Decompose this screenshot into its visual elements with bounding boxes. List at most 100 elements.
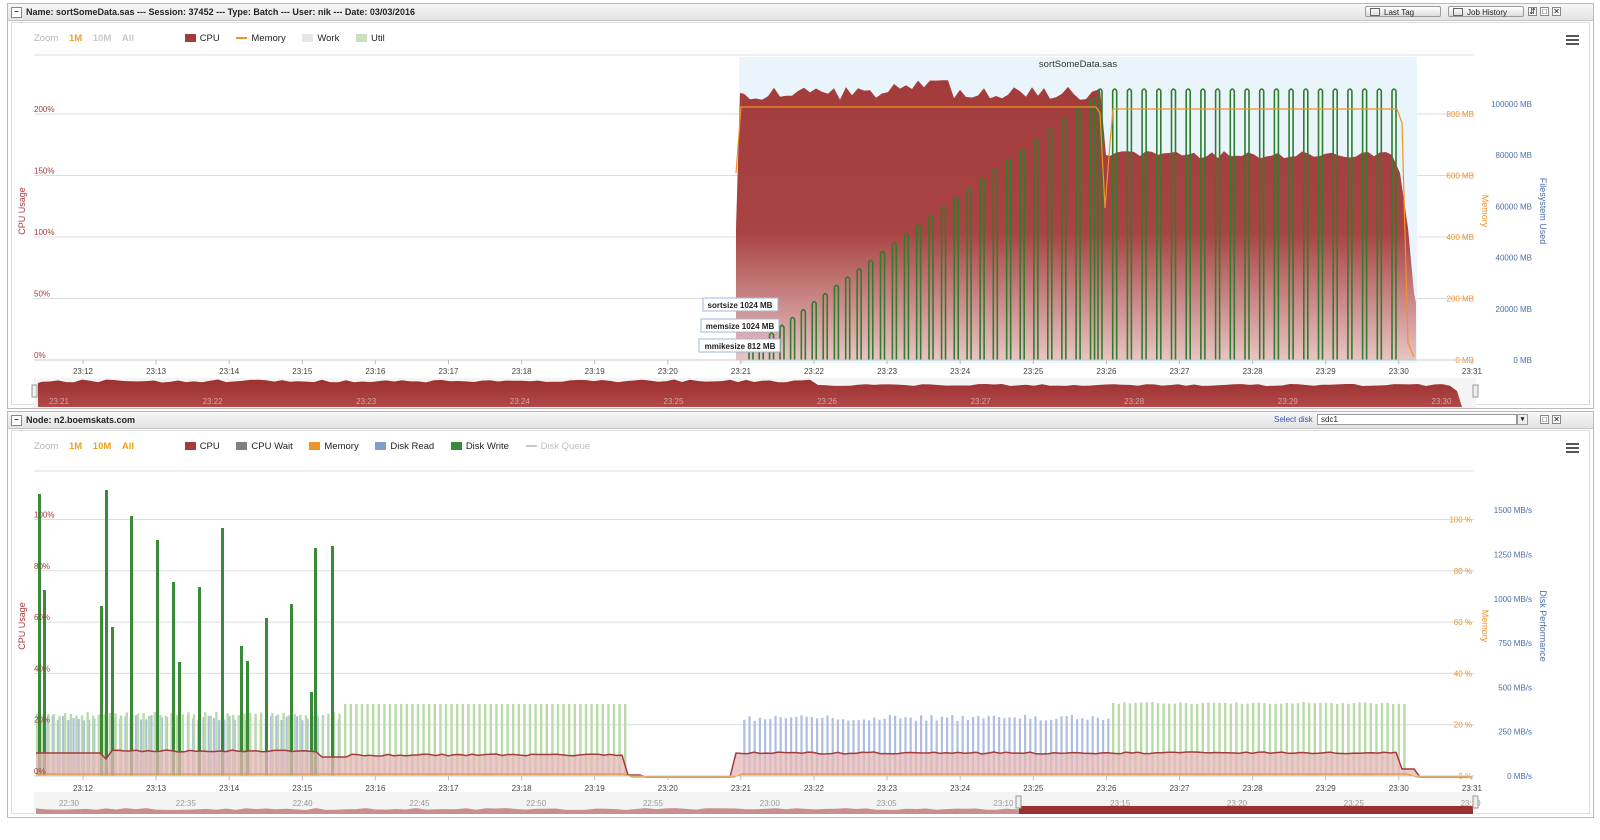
annotation-sortsize: sortsize 1024 MB bbox=[702, 297, 779, 312]
y-right-tick: 40000 MB bbox=[1496, 254, 1532, 263]
disk-write-bar bbox=[331, 546, 334, 776]
svg-text:sortsize 1024 MB: sortsize 1024 MB bbox=[708, 301, 773, 310]
collapse-button[interactable]: – bbox=[11, 7, 22, 18]
x-tick-label: 23:13 bbox=[146, 367, 167, 376]
x-tick-label: 23:15 bbox=[292, 784, 313, 793]
disk-write-bar bbox=[221, 528, 224, 776]
x-tick-label: 23:27 bbox=[1169, 784, 1190, 793]
chevron-down-icon[interactable]: ▾ bbox=[1517, 414, 1528, 425]
y-left-tick: 0% bbox=[34, 351, 46, 360]
navigator-tick: 23:15 bbox=[1110, 799, 1131, 808]
x-tick-label: 23:17 bbox=[438, 784, 459, 793]
svg-text:memsize 1024 MB: memsize 1024 MB bbox=[706, 322, 775, 331]
maximize-icon[interactable]: □ bbox=[1540, 7, 1549, 16]
job-history-button[interactable]: Job History bbox=[1448, 6, 1524, 17]
navigator-tick: 22:30 bbox=[59, 799, 80, 808]
x-tick-label: 23:31 bbox=[1462, 784, 1483, 793]
select-disk-input[interactable]: sdc1 bbox=[1317, 414, 1517, 425]
y-left-tick: 100% bbox=[34, 228, 54, 237]
x-tick-label: 23:31 bbox=[1462, 367, 1483, 376]
job-panel: – Name: sortSomeData.sas --- Session: 37… bbox=[7, 3, 1594, 409]
y-right-tick: 80000 MB bbox=[1496, 151, 1532, 160]
navigator-handle-right[interactable] bbox=[1472, 795, 1479, 809]
x-tick-label: 23:26 bbox=[1096, 784, 1117, 793]
last-tag-button[interactable]: Last Tag bbox=[1365, 6, 1441, 17]
y-mid-tick: 20 % bbox=[1454, 721, 1472, 730]
y-left-tick: 80% bbox=[34, 562, 50, 571]
y-right-tick: 0 MB bbox=[1513, 356, 1532, 365]
y-right-tick: 100000 MB bbox=[1491, 100, 1532, 109]
navigator-tick: 23:23 bbox=[356, 397, 377, 406]
navigator-tick: 23:21 bbox=[49, 397, 70, 406]
y-mid-tick: 400 MB bbox=[1446, 233, 1474, 242]
x-tick-label: 23:22 bbox=[804, 784, 825, 793]
y-mid-tick: 600 MB bbox=[1446, 172, 1474, 181]
select-disk-label: Select disk bbox=[1274, 415, 1313, 424]
annotation-mmikesize: mmikesize 812 MB bbox=[698, 338, 781, 353]
navigator-handle-left[interactable] bbox=[31, 384, 38, 398]
y-left-tick: 100% bbox=[34, 511, 54, 520]
x-tick-label: 23:21 bbox=[731, 784, 752, 793]
disk-write-bar bbox=[156, 540, 159, 776]
x-tick-label: 23:18 bbox=[512, 784, 533, 793]
y-mid-tick: 800 MB bbox=[1446, 110, 1474, 119]
x-tick-label: 23:25 bbox=[1023, 367, 1044, 376]
close-icon[interactable]: ✕ bbox=[1552, 7, 1561, 16]
disk-write-bar bbox=[100, 606, 103, 776]
y-left-tick: 150% bbox=[34, 167, 54, 176]
x-tick-label: 23:20 bbox=[658, 367, 679, 376]
maximize-icon[interactable]: □ bbox=[1540, 415, 1549, 424]
x-tick-label: 23:12 bbox=[73, 784, 94, 793]
navigator-tick: 23:00 bbox=[760, 799, 781, 808]
x-tick-label: 23:24 bbox=[950, 367, 971, 376]
x-tick-label: 23:19 bbox=[585, 784, 606, 793]
y-right-tick: 250 MB/s bbox=[1498, 728, 1532, 737]
restore-icon[interactable]: ⇵ bbox=[1528, 7, 1537, 16]
y-right-tick: 750 MB/s bbox=[1498, 639, 1532, 648]
job-panel-titlebar: – Name: sortSomeData.sas --- Session: 37… bbox=[8, 4, 1593, 21]
x-tick-label: 23:12 bbox=[73, 367, 94, 376]
navigator-handle-left[interactable] bbox=[1015, 795, 1022, 809]
x-tick-label: 23:16 bbox=[365, 784, 386, 793]
x-tick-label: 23:15 bbox=[292, 367, 313, 376]
y-mid-tick: 60 % bbox=[1454, 618, 1472, 627]
disk-write-bar bbox=[198, 587, 201, 776]
x-tick-label: 23:25 bbox=[1023, 784, 1044, 793]
y-left-tick: 60% bbox=[34, 613, 50, 622]
navigator-tick: 23:20 bbox=[1227, 799, 1248, 808]
navigator-tick: 22:35 bbox=[176, 799, 197, 808]
navigator-handle-right[interactable] bbox=[1472, 384, 1479, 398]
x-tick-label: 23:21 bbox=[731, 367, 752, 376]
y-left-tick: 0% bbox=[34, 767, 46, 776]
svg-text:mmikesize 812 MB: mmikesize 812 MB bbox=[705, 342, 776, 351]
y-right-tick: 60000 MB bbox=[1496, 202, 1532, 211]
disk-write-bar bbox=[105, 490, 108, 776]
y-right-title: Disk Performance bbox=[1538, 590, 1548, 662]
job-chart-area: Zoom 1M 10M All CPU Memory Work Util sor… bbox=[11, 22, 1590, 408]
navigator-tick: 22:50 bbox=[526, 799, 547, 808]
job-chart: sortSomeData.sas 0% 50% 100% 150% 200% 0 MB 20… bbox=[17, 54, 1548, 408]
x-tick-label: 23:16 bbox=[365, 367, 386, 376]
navigator-tick: 23:25 bbox=[663, 397, 684, 406]
y-mid-tick: 80 % bbox=[1454, 567, 1472, 576]
navigator-tick: 23:28 bbox=[1124, 397, 1145, 406]
x-tick-label: 23:24 bbox=[950, 784, 971, 793]
node-chart-area: Zoom 1M 10M All CPU CPU Wait Memory Disk… bbox=[11, 430, 1590, 814]
x-tick-label: 23:29 bbox=[1316, 367, 1337, 376]
x-tick-label: 23:30 bbox=[1389, 367, 1410, 376]
navigator-tick: 23:25 bbox=[1344, 799, 1365, 808]
disk-write-bar bbox=[314, 548, 317, 776]
tag-icon bbox=[1370, 8, 1380, 16]
x-tick-label: 23:22 bbox=[804, 367, 825, 376]
y-right-title: Filesystem Used bbox=[1538, 178, 1548, 245]
disk-write-bar bbox=[290, 604, 293, 776]
close-icon[interactable]: ✕ bbox=[1552, 415, 1561, 424]
y-mid-tick: 40 % bbox=[1454, 669, 1472, 678]
navigator-tick: 23:27 bbox=[971, 397, 992, 406]
navigator-tick: 23:29 bbox=[1278, 397, 1299, 406]
node-panel-titlebar: – Node: n2.boemskats.com Select disk sdc… bbox=[8, 412, 1593, 429]
navigator-tick: 23:05 bbox=[877, 799, 898, 808]
collapse-button[interactable]: – bbox=[11, 415, 22, 426]
y-left-tick: 40% bbox=[34, 664, 50, 673]
x-tick-label: 23:30 bbox=[1389, 784, 1410, 793]
